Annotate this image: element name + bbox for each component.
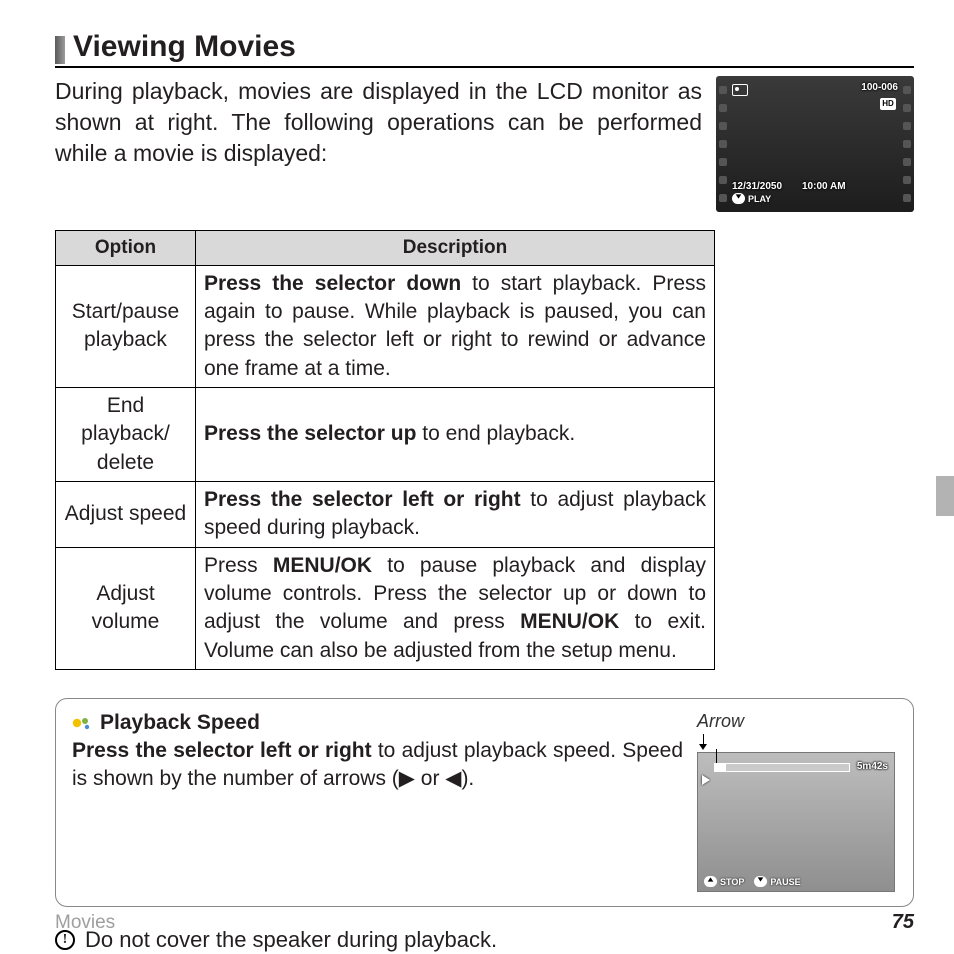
page-footer: Movies 75	[55, 911, 914, 934]
table-cell-description: Press the selector left or right to adju…	[196, 482, 715, 548]
arrow-callout-label: Arrow	[697, 711, 897, 732]
table-row: Start/pause playbackPress the selector d…	[56, 265, 715, 387]
table-cell-option: Adjust volume	[56, 547, 196, 669]
note-bubbles-icon	[72, 715, 94, 731]
arrow-callout-pointer-icon	[697, 734, 897, 752]
note-body: Press the selector left or right to adju…	[72, 737, 683, 794]
lcd2-duration: 5m42s	[857, 761, 888, 772]
lcd2-pause-label: PAUSE	[770, 877, 800, 887]
lcd-time: 10:00 AM	[802, 181, 846, 192]
table-cell-description: Press the selector down to start playbac…	[196, 265, 715, 387]
section-thumb-tab	[936, 476, 954, 516]
progress-bar-bg	[714, 763, 850, 772]
movie-icon	[732, 84, 748, 96]
play-arrow-icon	[702, 775, 710, 785]
lcd2-stop-label: STOP	[720, 877, 744, 887]
table-row: Adjust speedPress the selector left or r…	[56, 482, 715, 548]
lcd-illustration-1: 100-006 HD 12/31/2050 10:00 AM PLAY	[716, 76, 914, 212]
playback-speed-note: Playback Speed Press the selector left o…	[55, 698, 914, 907]
table-cell-option: Start/pause playback	[56, 265, 196, 387]
heading-text: Viewing Movies	[73, 30, 296, 64]
section-heading: Viewing Movies	[55, 30, 914, 68]
hd-badge-icon: HD	[880, 98, 896, 110]
table-row: Adjust volumePress MENU/OK to pause play…	[56, 547, 715, 669]
lcd-illustration-2: 5m42s STOP PAUSE	[697, 752, 895, 892]
lcd-play-hint: PLAY	[732, 193, 771, 204]
table-cell-option: Adjust speed	[56, 482, 196, 548]
table-header-description: Description	[196, 231, 715, 266]
progress-bar-fill	[714, 763, 726, 772]
down-arrow-pill-icon	[732, 193, 745, 204]
table-cell-option: End playback/delete	[56, 388, 196, 482]
lcd-play-label: PLAY	[748, 194, 771, 204]
lcd-file-number: 100-006	[861, 82, 898, 93]
note-title: Playback Speed	[100, 711, 260, 735]
table-cell-description: Press MENU/OK to pause playback and disp…	[196, 547, 715, 669]
table-header-option: Option	[56, 231, 196, 266]
up-arrow-pill-icon	[704, 876, 717, 887]
intro-paragraph: During playback, movies are displayed in…	[55, 76, 702, 169]
footer-section: Movies	[55, 912, 115, 934]
table-cell-description: Press the selector up to end playback.	[196, 388, 715, 482]
manual-page: Viewing Movies During playback, movies a…	[0, 0, 954, 954]
lcd-date: 12/31/2050	[732, 181, 782, 192]
table-row: End playback/deletePress the selector up…	[56, 388, 715, 482]
footer-page-number: 75	[892, 911, 914, 934]
operations-table: Option Description Start/pause playbackP…	[55, 230, 715, 670]
down-arrow-pill-icon	[754, 876, 767, 887]
heading-accent-bar	[55, 36, 65, 64]
